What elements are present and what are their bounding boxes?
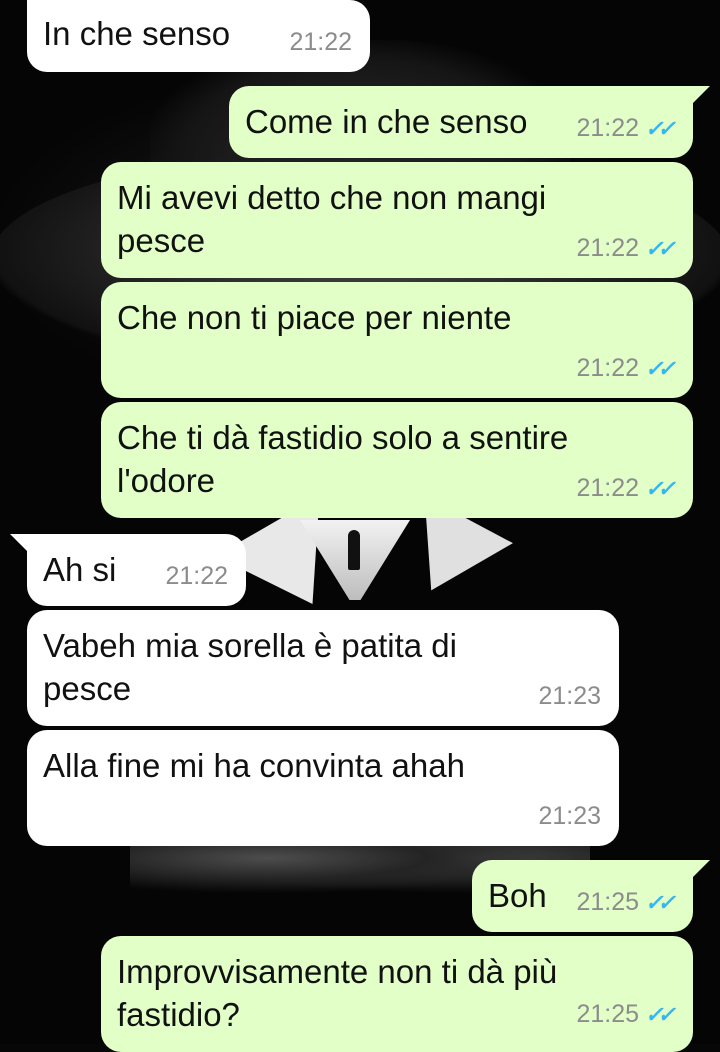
message-time: 21:22 [576, 234, 639, 262]
message-meta: 21:23 [538, 675, 601, 718]
message-bubble-incoming[interactable]: In che senso 21:22 [27, 0, 370, 72]
message-list[interactable]: In che senso 21:22 Come in che senso 21:… [0, 0, 720, 1052]
message-bubble-incoming[interactable]: Vabeh mia sorella è patita di pesce 21:2… [27, 610, 619, 726]
message-time: 21:23 [538, 682, 601, 710]
message-bubble-outgoing[interactable]: Improvvisamente non ti dà più fastidio? … [101, 936, 693, 1052]
read-receipt-icon: ✓✓ [645, 356, 676, 381]
read-receipt-icon: ✓✓ [645, 890, 676, 915]
read-receipt-icon: ✓✓ [645, 476, 676, 501]
message-time: 21:22 [165, 562, 228, 590]
bubble-tail [692, 860, 710, 878]
message-meta: 21:22 ✓✓ [576, 347, 675, 390]
message-meta: 21:22 ✓✓ [576, 107, 675, 150]
read-receipt-icon: ✓✓ [645, 1002, 676, 1027]
message-time: 21:22 [576, 354, 639, 382]
bubble-tail [692, 86, 710, 104]
message-meta: 21:23 [538, 795, 601, 838]
message-bubble-incoming[interactable]: Ah si 21:22 [27, 534, 246, 606]
message-meta: 21:22 [165, 555, 228, 598]
message-time: 21:22 [576, 474, 639, 502]
message-text: Vabeh mia sorella è patita di pesce [43, 627, 457, 707]
message-time: 21:23 [538, 802, 601, 830]
message-time: 21:22 [289, 28, 352, 56]
message-time: 21:25 [576, 1000, 639, 1028]
message-time: 21:22 [576, 114, 639, 142]
message-meta: 21:22 ✓✓ [576, 227, 675, 270]
message-meta: 21:22 [289, 21, 352, 64]
message-bubble-incoming[interactable]: Alla fine mi ha convinta ahah 21:23 [27, 730, 619, 846]
message-meta: 21:25 ✓✓ [576, 993, 675, 1036]
message-bubble-outgoing[interactable]: Che non ti piace per niente 21:22 ✓✓ [101, 282, 693, 398]
message-bubble-outgoing[interactable]: Come in che senso 21:22 ✓✓ [229, 86, 693, 158]
message-bubble-outgoing[interactable]: Mi avevi detto che non mangi pesce 21:22… [101, 162, 693, 278]
message-bubble-outgoing[interactable]: Che ti dà fastidio solo a sentire l'odor… [101, 402, 693, 518]
bubble-tail [10, 534, 28, 552]
message-meta: 21:25 ✓✓ [576, 881, 675, 924]
read-receipt-icon: ✓✓ [645, 116, 676, 141]
read-receipt-icon: ✓✓ [645, 236, 676, 261]
message-meta: 21:22 ✓✓ [576, 467, 675, 510]
message-text: Che non ti piace per niente [117, 299, 512, 336]
message-time: 21:25 [576, 888, 639, 916]
message-bubble-outgoing[interactable]: Boh 21:25 ✓✓ [472, 860, 693, 932]
message-text: Alla fine mi ha convinta ahah [43, 747, 465, 784]
